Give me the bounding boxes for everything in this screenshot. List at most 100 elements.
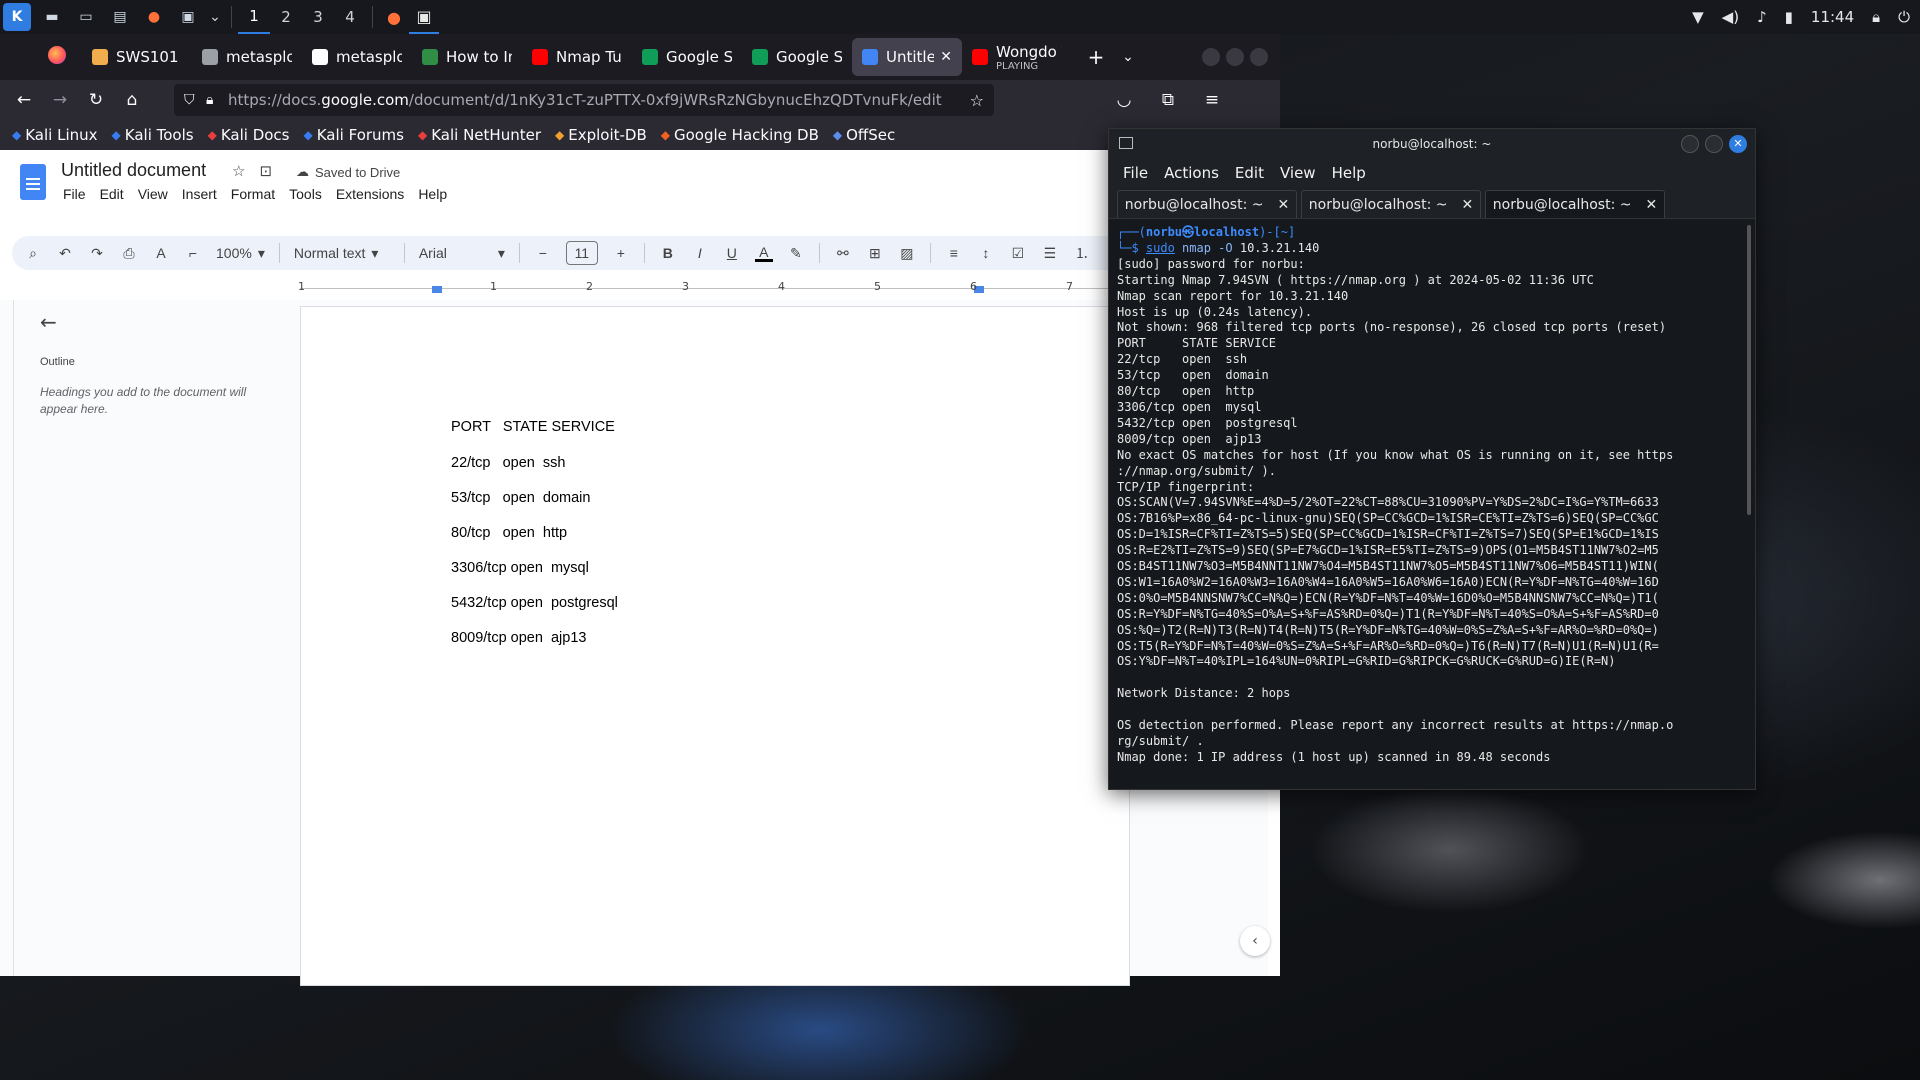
pocket-icon[interactable]: ◡: [1108, 84, 1140, 116]
docs-menu-view[interactable]: View: [131, 186, 175, 202]
terminal-launcher-icon[interactable]: ▣: [175, 4, 201, 30]
side-panel-collapse-button[interactable]: ‹: [1240, 926, 1270, 956]
file-manager-icon[interactable]: ▭: [73, 4, 99, 30]
bookmark-item[interactable]: ◆ Kali Docs: [208, 126, 290, 144]
taskbar-firefox[interactable]: ●: [379, 0, 409, 34]
document-title[interactable]: Untitled document: [61, 160, 206, 181]
reload-button[interactable]: ↻: [80, 84, 112, 116]
tab-list-button[interactable]: ⌄: [1112, 41, 1144, 73]
bookmark-item[interactable]: ◆ Kali Forums: [304, 126, 404, 144]
show-desktop-icon[interactable]: ▬: [39, 4, 65, 30]
close-icon[interactable]: ✕: [1461, 197, 1473, 213]
increase-font-size-icon[interactable]: +: [612, 245, 630, 261]
close-icon[interactable]: ✕: [1645, 197, 1657, 213]
close-tab-icon[interactable]: ✕: [940, 49, 952, 65]
bookmark-item[interactable]: ◆ Google Hacking DB: [661, 126, 819, 144]
terminal-menu-view[interactable]: View: [1280, 164, 1316, 182]
lock-screen-icon[interactable]: 🔒︎: [1872, 8, 1880, 26]
terminal-tab[interactable]: norbu@localhost: ~ ✕: [1301, 190, 1481, 218]
notification-bell-icon[interactable]: ♪: [1757, 8, 1767, 26]
bookmark-item[interactable]: ◆ Kali Tools: [112, 126, 194, 144]
terminal-menu-edit[interactable]: Edit: [1235, 164, 1264, 182]
power-icon[interactable]: ⏻: [1898, 8, 1910, 26]
redo-icon[interactable]: ↷: [88, 245, 106, 262]
numbered-list-icon[interactable]: ⒈: [1073, 243, 1091, 263]
close-button[interactable]: ✕: [1729, 135, 1747, 153]
browser-tab[interactable]: Wongdo VPLAYING: [962, 38, 1072, 76]
star-icon[interactable]: ☆: [232, 162, 245, 180]
browser-tab[interactable]: metasploi: [302, 38, 412, 76]
text-editor-icon[interactable]: ▤: [107, 4, 133, 30]
docs-menu-extensions[interactable]: Extensions: [329, 186, 411, 202]
workspace-3[interactable]: 3: [302, 0, 334, 34]
firefox-view-icon[interactable]: [48, 46, 66, 64]
terminal-tab-active[interactable]: norbu@localhost: ~ ✕: [1485, 190, 1665, 218]
bold-icon[interactable]: B: [659, 245, 677, 261]
docs-menu-file[interactable]: File: [56, 186, 93, 202]
style-select[interactable]: Normal text ▾: [294, 245, 390, 262]
bookmark-item[interactable]: ◆ OffSec: [833, 126, 895, 144]
undo-icon[interactable]: ↶: [56, 245, 74, 262]
paint-format-icon[interactable]: ⌐: [184, 245, 202, 261]
spellcheck-icon[interactable]: A: [152, 245, 170, 261]
terminal-titlebar[interactable]: norbu@localhost: ~ ✕: [1109, 129, 1755, 159]
battery-icon[interactable]: ▮: [1785, 8, 1793, 26]
forward-button[interactable]: →: [44, 84, 76, 116]
launcher-dropdown-icon[interactable]: ⌄: [209, 4, 221, 30]
terminal-output[interactable]: ┌──(norbu㉿localhost)-[~] └─$ sudo nmap -O…: [1109, 219, 1755, 789]
browser-tab[interactable]: How to In: [412, 38, 522, 76]
firefox-icon[interactable]: ●: [141, 4, 167, 30]
docs-menu-tools[interactable]: Tools: [282, 186, 329, 202]
close-icon[interactable]: ✕: [1277, 197, 1289, 213]
bookmark-star-icon[interactable]: ☆: [970, 91, 984, 110]
volume-icon[interactable]: ◀): [1722, 8, 1739, 26]
docs-logo-icon[interactable]: [20, 164, 46, 200]
browser-tab[interactable]: Untitled ✕: [852, 38, 962, 76]
bookmark-item[interactable]: ◆ Kali NetHunter: [418, 126, 541, 144]
terminal-menu-help[interactable]: Help: [1332, 164, 1366, 182]
app-menu-icon[interactable]: ≡: [1196, 84, 1228, 116]
panel-clock[interactable]: 11:44: [1811, 8, 1854, 26]
docs-menu-help[interactable]: Help: [411, 186, 454, 202]
kali-menu-icon[interactable]: K: [3, 3, 31, 31]
font-size-input[interactable]: 11: [565, 241, 598, 265]
maximize-button[interactable]: [1226, 48, 1244, 66]
underline-icon[interactable]: U: [723, 245, 741, 261]
insert-link-icon[interactable]: ⚯: [834, 245, 852, 262]
close-window-button[interactable]: [1250, 48, 1268, 66]
browser-tab[interactable]: Google Sh: [632, 38, 742, 76]
add-comment-icon[interactable]: ⊞: [866, 245, 884, 262]
back-button[interactable]: ←: [8, 84, 40, 116]
workspace-2[interactable]: 2: [270, 0, 302, 34]
checklist-icon[interactable]: ☑: [1009, 245, 1027, 262]
line-spacing-icon[interactable]: ↕: [977, 245, 995, 261]
extensions-icon[interactable]: ⧉: [1152, 84, 1184, 116]
maximize-button[interactable]: [1705, 135, 1723, 153]
tracking-shield-icon[interactable]: ⛉: [184, 92, 206, 108]
minimize-button[interactable]: [1202, 48, 1220, 66]
bookmark-item[interactable]: ◆ Exploit-DB: [555, 126, 647, 144]
italic-icon[interactable]: I: [691, 245, 709, 261]
terminal-menu-actions[interactable]: Actions: [1164, 164, 1219, 182]
bulleted-list-icon[interactable]: ☰: [1041, 245, 1059, 262]
browser-tab[interactable]: Nmap Tut: [522, 38, 632, 76]
highlight-icon[interactable]: ✎: [787, 245, 805, 262]
taskbar-terminal[interactable]: ▣: [409, 0, 439, 34]
ruler-left-indent-marker[interactable]: [432, 286, 442, 293]
browser-tab[interactable]: Google Sh: [742, 38, 852, 76]
lock-icon[interactable]: 🔒︎: [206, 92, 228, 108]
home-button[interactable]: ⌂: [116, 84, 148, 116]
url-bar[interactable]: ⛉ 🔒︎ https://docs. google.com/document/d/…: [174, 84, 994, 116]
wifi-icon[interactable]: ▼: [1692, 8, 1704, 26]
workspace-1[interactable]: 1: [238, 0, 270, 34]
terminal-scrollbar[interactable]: [1747, 225, 1751, 515]
new-tab-button[interactable]: +: [1080, 41, 1112, 73]
docs-menu-insert[interactable]: Insert: [175, 186, 224, 202]
print-icon[interactable]: ⎙: [120, 245, 138, 262]
terminal-menu-file[interactable]: File: [1123, 164, 1148, 182]
zoom-select[interactable]: 100% ▾: [216, 245, 265, 262]
document-page[interactable]: PORT STATE SERVICE 22/tcp open ssh 53/tc…: [300, 306, 1130, 986]
font-select[interactable]: Arial ▾: [419, 245, 505, 262]
save-status[interactable]: ☁ Saved to Drive: [296, 164, 400, 180]
insert-image-icon[interactable]: ▨: [898, 245, 916, 262]
